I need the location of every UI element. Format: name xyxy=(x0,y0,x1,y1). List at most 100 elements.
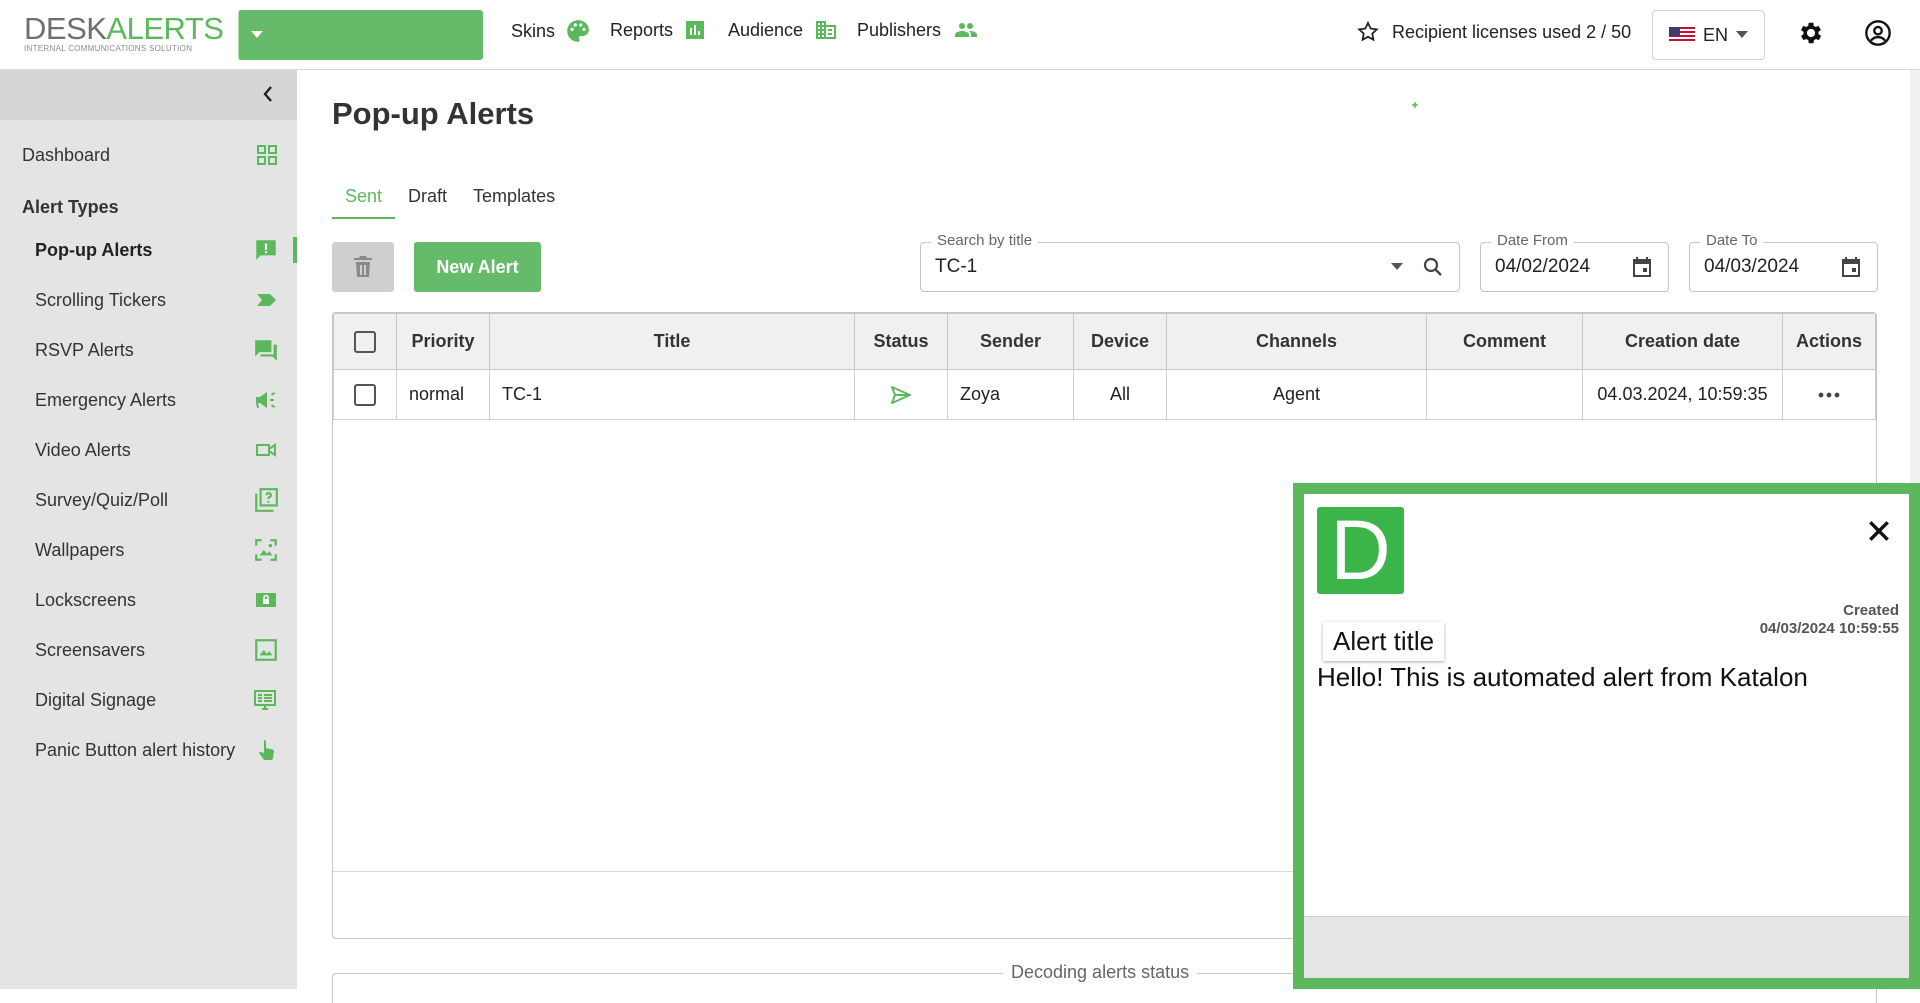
sidebar-item-rsvp-alerts[interactable]: RSVP Alerts xyxy=(0,325,297,375)
sidebar-item-label: Dashboard xyxy=(22,144,111,165)
gear-icon[interactable] xyxy=(1797,19,1825,47)
language-select[interactable]: EN xyxy=(1652,10,1765,60)
popup-alert-window: D Created 04/03/2024 10:59:55 Alert titl… xyxy=(1293,483,1920,989)
sidebar-item-popup-alerts[interactable]: Pop-up Alerts xyxy=(0,225,297,275)
sidebar-item-survey-quiz-poll[interactable]: Survey/Quiz/Poll xyxy=(0,475,297,525)
tab-templates[interactable]: Templates xyxy=(460,180,568,219)
sidebar-item-label: Video Alerts xyxy=(35,439,131,460)
column-header-actions: Actions xyxy=(1782,313,1876,370)
ticker-icon xyxy=(257,294,276,306)
popup-footer xyxy=(1304,916,1909,978)
search-by-title-field[interactable]: Search by title TC-1 xyxy=(920,232,1460,292)
channels-cell: Agent xyxy=(1166,369,1427,420)
sidebar-item-scrolling-tickers[interactable]: Scrolling Tickers xyxy=(0,275,297,325)
tab-sent[interactable]: Sent xyxy=(332,180,396,219)
sidebar-item-panic-button-history[interactable]: Panic Button alert history xyxy=(0,725,297,775)
nav-reports-label: Reports xyxy=(610,19,674,40)
column-header-comment[interactable]: Comment xyxy=(1426,313,1583,370)
sidebar-item-digital-signage[interactable]: Digital Signage xyxy=(0,675,297,725)
search-icon[interactable] xyxy=(1421,255,1445,279)
sidebar-item-video-alerts[interactable]: Video Alerts xyxy=(0,425,297,475)
device-cell: All xyxy=(1073,369,1167,420)
table-row[interactable]: normal TC-1 Zoya All Agent 04.03.2024, 1… xyxy=(333,369,1876,420)
table-header-row: Priority Title Status Sender Device Chan… xyxy=(333,313,1876,370)
date-to-label: Date To xyxy=(1700,232,1764,249)
sidebar-collapse-bar xyxy=(0,70,297,120)
column-header-creation-date[interactable]: Creation date xyxy=(1582,313,1783,370)
calendar-icon[interactable] xyxy=(1630,255,1654,279)
column-header-status[interactable]: Status xyxy=(854,313,948,370)
nav-publishers-label: Publishers xyxy=(857,19,942,40)
select-all-checkbox[interactable] xyxy=(354,330,376,353)
image-icon xyxy=(255,639,277,661)
nav-skins-label: Skins xyxy=(511,20,556,41)
sidebar-item-label: Screensavers xyxy=(35,639,146,660)
date-from-field[interactable]: Date From 04/02/2024 xyxy=(1480,232,1669,292)
sidebar-item-emergency-alerts[interactable]: Emergency Alerts xyxy=(0,375,297,425)
desk-alerts-logo[interactable]: DESKALERTS INTERNAL COMMUNICATIONS SOLUT… xyxy=(24,13,224,53)
star-icon xyxy=(1357,20,1379,42)
column-header-channels[interactable]: Channels xyxy=(1166,313,1427,370)
column-header-title[interactable]: Title xyxy=(489,313,855,370)
row-select-cell xyxy=(333,369,397,420)
search-label: Search by title xyxy=(931,232,1039,249)
creation-date-cell: 04.03.2024, 10:59:35 xyxy=(1582,369,1783,420)
compose-dropdown-toggle[interactable] xyxy=(238,10,274,60)
chevron-left-icon xyxy=(263,86,272,102)
caret-down-icon xyxy=(1736,31,1748,38)
sidebar-item-label: Digital Signage xyxy=(35,689,157,710)
licenses-label: Recipient licenses used 2 / 50 xyxy=(1392,21,1632,42)
chat-icon xyxy=(255,340,277,361)
tab-draft[interactable]: Draft xyxy=(395,180,460,219)
collapse-sidebar-button[interactable] xyxy=(261,84,275,109)
nav-publishers[interactable]: Publishers xyxy=(857,18,981,42)
popup-alert-body: Hello! This is automated alert from Kata… xyxy=(1317,662,1808,692)
priority-cell: normal xyxy=(396,369,490,420)
nav-reports[interactable]: Reports xyxy=(610,18,707,42)
calendar-icon[interactable] xyxy=(1839,255,1863,279)
sidebar-item-wallpapers[interactable]: Wallpapers xyxy=(0,525,297,575)
nav-skins[interactable]: Skins xyxy=(511,18,591,44)
sidebar-item-label: RSVP Alerts xyxy=(35,339,134,360)
touch-icon xyxy=(259,740,274,760)
sent-icon xyxy=(891,385,911,404)
caret-down-icon[interactable] xyxy=(1391,263,1403,271)
column-header-priority[interactable]: Priority xyxy=(396,313,490,370)
row-checkbox[interactable] xyxy=(354,383,376,406)
popup-alert-title: Alert title xyxy=(1323,622,1445,661)
column-header-sender[interactable]: Sender xyxy=(947,313,1074,370)
more-horizontal-icon[interactable] xyxy=(1817,391,1841,399)
account-circle-icon[interactable] xyxy=(1864,19,1892,47)
nav-audience[interactable]: Audience xyxy=(728,18,839,42)
delete-button[interactable] xyxy=(332,242,394,292)
date-to-input[interactable]: 04/03/2024 xyxy=(1704,256,1839,278)
popup-created-info: Created 04/03/2024 10:59:55 xyxy=(1760,602,1899,638)
top-bar: DESKALERTS INTERNAL COMMUNICATIONS SOLUT… xyxy=(0,0,1920,115)
sidebar-item-label: Pop-up Alerts xyxy=(35,239,153,260)
us-flag-icon xyxy=(1668,27,1695,43)
sidebar-item-screensavers[interactable]: Screensavers xyxy=(0,625,297,675)
date-from-input[interactable]: 04/02/2024 xyxy=(1495,256,1630,278)
video-icon xyxy=(256,443,276,457)
close-icon xyxy=(1869,521,1889,541)
sidebar: Dashboard Alert Types Pop-up Alerts Scro… xyxy=(0,70,297,989)
close-popup-button[interactable] xyxy=(1866,518,1892,549)
page-title: Pop-up Alerts xyxy=(332,96,535,131)
sidebar-item-lockscreens[interactable]: Lockscreens xyxy=(0,575,297,625)
actions-cell xyxy=(1782,369,1876,420)
date-to-field[interactable]: Date To 04/03/2024 xyxy=(1689,232,1878,292)
nav-audience-label: Audience xyxy=(728,19,804,40)
trash-icon xyxy=(354,256,372,277)
quiz-icon xyxy=(255,488,278,512)
building-icon xyxy=(816,21,837,39)
sidebar-item-label: Survey/Quiz/Poll xyxy=(35,489,169,510)
compose-alert-button[interactable]: Compose Alert xyxy=(238,10,1423,115)
new-alert-button[interactable]: New Alert xyxy=(414,242,541,292)
desk-alerts-d-logo: D xyxy=(1317,507,1404,594)
sidebar-item-dashboard[interactable]: Dashboard xyxy=(0,130,297,180)
sender-cell: Zoya xyxy=(947,369,1074,420)
title-cell[interactable]: TC-1 xyxy=(489,369,855,420)
column-header-device[interactable]: Device xyxy=(1073,313,1167,370)
search-input[interactable]: TC-1 xyxy=(935,256,1391,278)
bar-chart-icon xyxy=(686,21,705,39)
